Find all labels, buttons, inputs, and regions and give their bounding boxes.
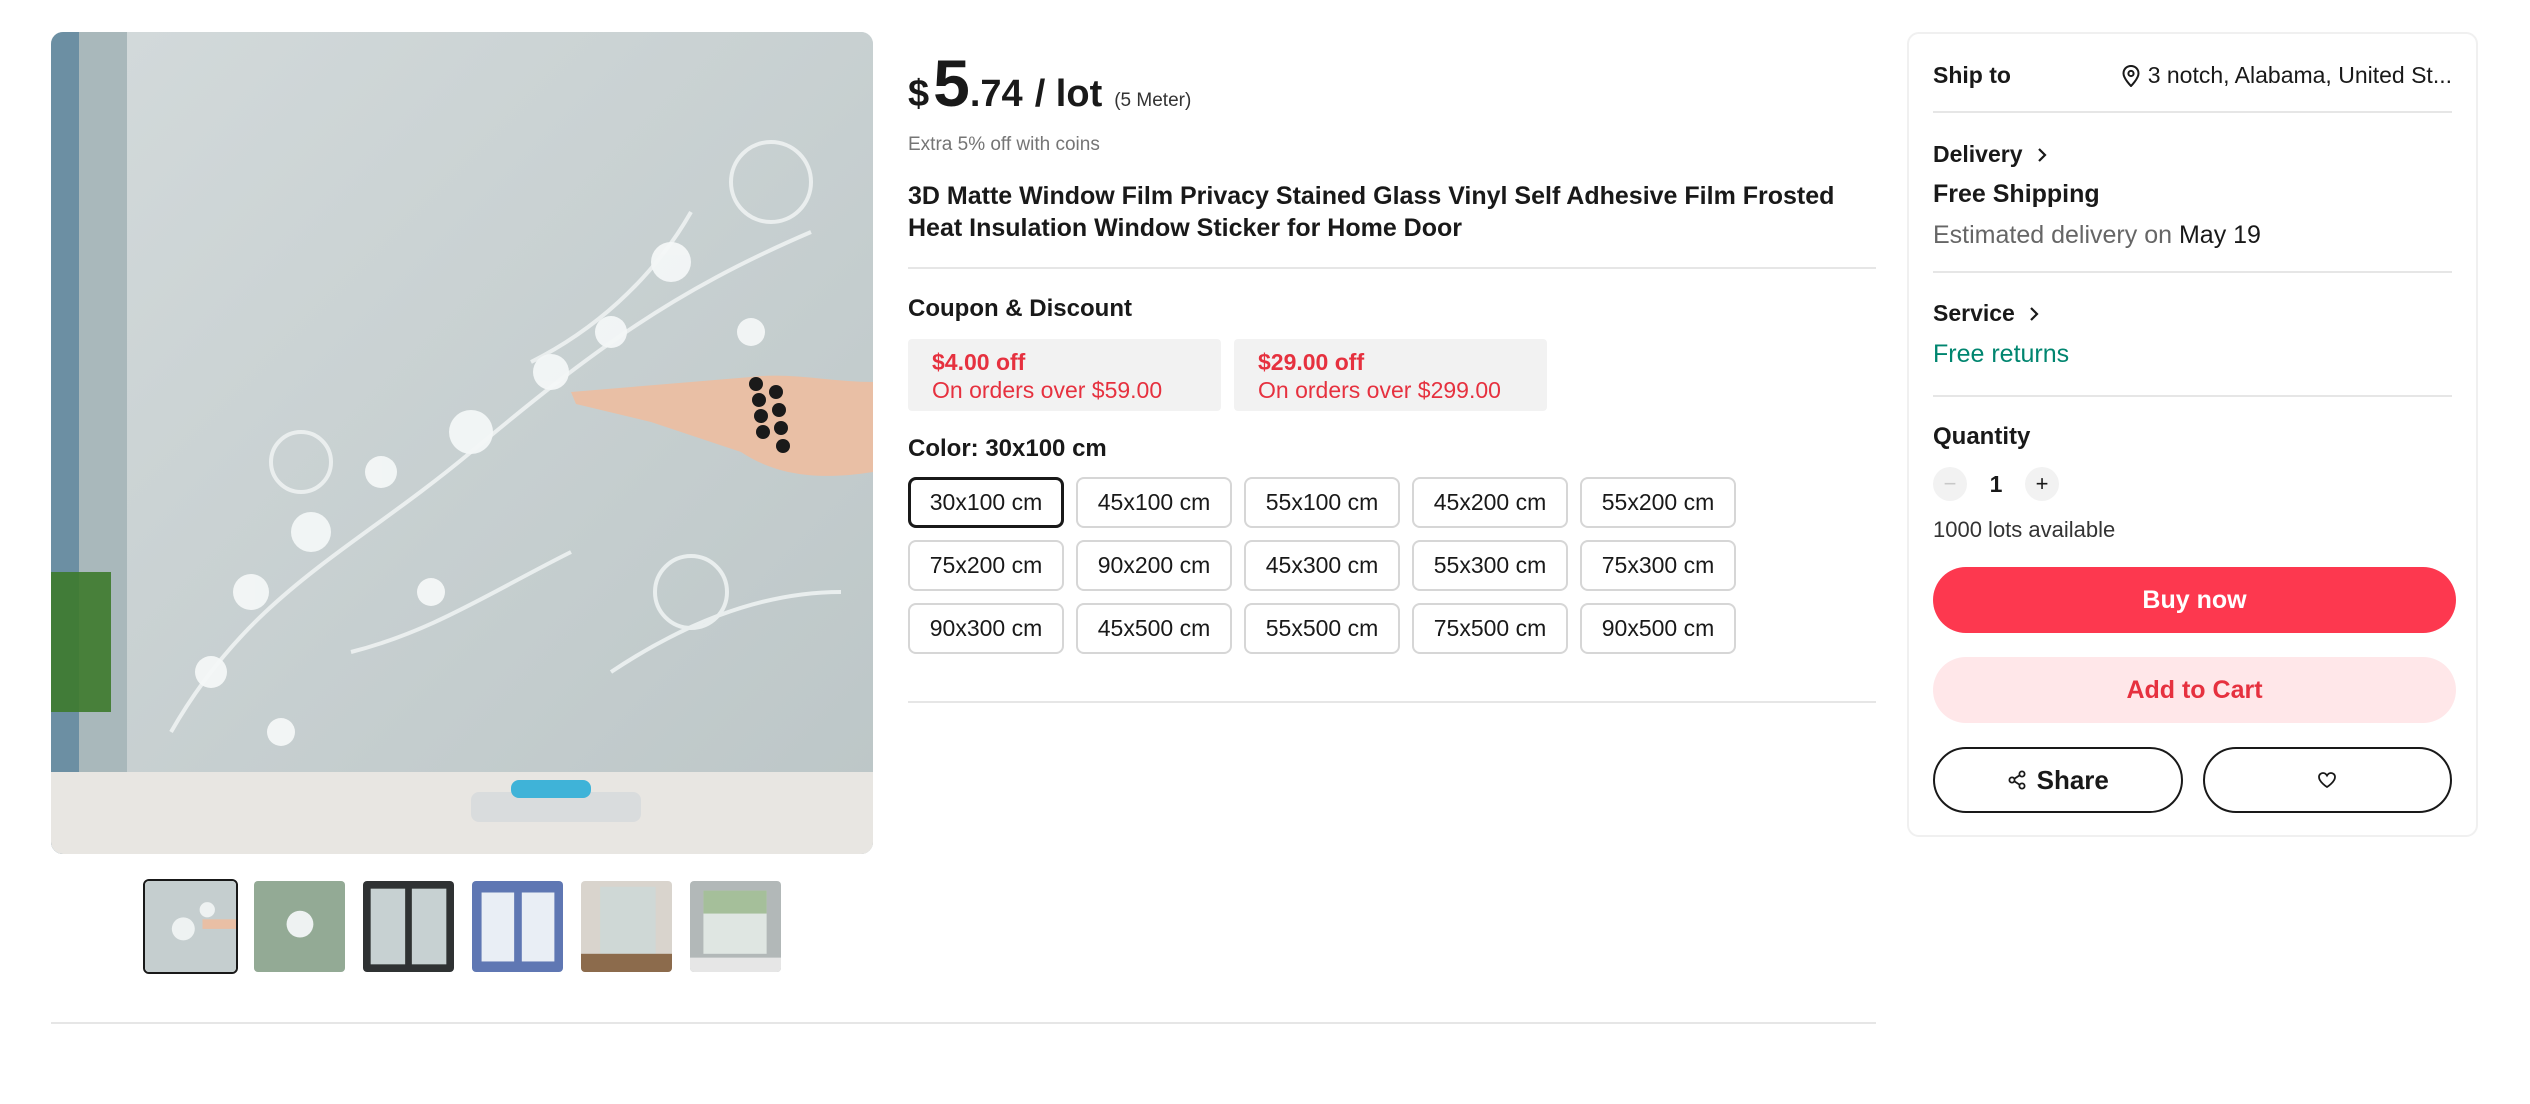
share-icon <box>2008 770 2026 790</box>
color-option[interactable]: 90x500 cm <box>1580 603 1736 654</box>
color-options: 30x100 cm 45x100 cm 55x100 cm 45x200 cm … <box>908 477 1876 654</box>
heart-icon <box>2318 772 2337 789</box>
price-unit: / lot <box>1034 73 1103 115</box>
quantity-value[interactable]: 1 <box>1985 471 2007 498</box>
color-option-selected[interactable]: 30x100 cm <box>908 477 1064 528</box>
ship-to-label: Ship to <box>1933 62 2011 88</box>
quantity-decrease-button[interactable]: − <box>1933 467 1967 501</box>
color-option[interactable]: 45x300 cm <box>1244 540 1400 591</box>
divider <box>908 267 1876 269</box>
price: $ 5 .74 / lot (5 Meter) <box>908 50 1876 122</box>
color-option[interactable]: 90x300 cm <box>908 603 1064 654</box>
price-decimal: .74 <box>969 73 1023 115</box>
color-option[interactable]: 90x200 cm <box>1076 540 1232 591</box>
service-section: Service Free returns <box>1933 273 2452 397</box>
secondary-actions: Share <box>1933 747 2452 813</box>
coupon-section-label: Coupon & Discount <box>908 295 1132 322</box>
thumbnail-6[interactable] <box>688 879 783 974</box>
coupon-amount: $29.00 off <box>1258 349 1365 375</box>
ship-to-row: Ship to 3 notch, Alabama, United St... <box>1933 34 2452 113</box>
price-pack-size: (5 Meter) <box>1114 90 1192 111</box>
color-label: Color: 30x100 cm <box>908 435 1107 462</box>
price-integer: 5 <box>933 46 970 120</box>
ship-to-location[interactable]: 3 notch, Alabama, United St... <box>2122 62 2452 89</box>
estimated-delivery: Estimated delivery on May 19 <box>1933 221 2452 250</box>
free-returns-text: Free returns <box>1933 340 2070 368</box>
color-option[interactable]: 45x100 cm <box>1076 477 1232 528</box>
coupon-card[interactable]: $4.00 off On orders over $59.00 <box>908 339 1221 411</box>
quantity-increase-button[interactable]: + <box>2025 467 2059 501</box>
ship-to-address: 3 notch, Alabama, United St... <box>2147 62 2452 88</box>
coupon-condition: On orders over $59.00 <box>932 377 1163 403</box>
estimated-delivery-date: May 19 <box>2178 221 2261 249</box>
delivery-section: Delivery Free Shipping Estimated deliver… <box>1933 113 2452 273</box>
coupon-condition: On orders over $299.00 <box>1258 377 1501 403</box>
color-option[interactable]: 45x200 cm <box>1412 477 1568 528</box>
thumbnail-4[interactable] <box>470 879 565 974</box>
color-option[interactable]: 45x500 cm <box>1076 603 1232 654</box>
share-button[interactable]: Share <box>1933 747 2183 813</box>
free-shipping-text: Free Shipping <box>1933 180 2100 208</box>
wishlist-button[interactable] <box>2202 747 2452 813</box>
thumbnail-3[interactable] <box>361 879 456 974</box>
thumbnail-5[interactable] <box>579 879 674 974</box>
coupon-list: $4.00 off On orders over $59.00 $29.00 o… <box>908 339 1876 411</box>
color-option[interactable]: 55x200 cm <box>1580 477 1736 528</box>
quantity-label: Quantity <box>1933 423 2031 450</box>
purchase-panel: Ship to 3 notch, Alabama, United St... D… <box>1907 32 2478 837</box>
thumbnail-1[interactable] <box>143 879 238 974</box>
quantity-stepper: − 1 + <box>1933 467 2452 501</box>
section-divider <box>51 1022 1876 1024</box>
buy-now-button[interactable]: Buy now <box>1933 567 2456 633</box>
color-option[interactable]: 55x300 cm <box>1412 540 1568 591</box>
service-label: Service <box>1933 300 2015 326</box>
divider <box>908 701 1876 703</box>
location-pin-icon <box>2122 64 2140 87</box>
product-info: $ 5 .74 / lot (5 Meter) Extra 5% off wit… <box>908 50 1876 703</box>
share-label: Share <box>2036 764 2109 795</box>
thumbnail-2[interactable] <box>252 879 347 974</box>
delivery-label: Delivery <box>1933 141 2023 167</box>
product-title: 3D Matte Window Film Privacy Stained Gla… <box>908 182 1835 242</box>
chevron-right-icon <box>2030 306 2039 321</box>
add-to-cart-button[interactable]: Add to Cart <box>1933 657 2456 723</box>
color-option[interactable]: 75x500 cm <box>1412 603 1568 654</box>
color-option[interactable]: 75x200 cm <box>908 540 1064 591</box>
stock-available: 1000 lots available <box>1933 517 2116 542</box>
coupon-card[interactable]: $29.00 off On orders over $299.00 <box>1234 339 1547 411</box>
coupon-amount: $4.00 off <box>932 349 1026 375</box>
color-option[interactable]: 55x100 cm <box>1244 477 1400 528</box>
coin-discount-note: Extra 5% off with coins <box>908 134 1100 155</box>
price-currency: $ <box>908 73 930 115</box>
chevron-right-icon <box>2037 147 2047 162</box>
delivery-header[interactable]: Delivery <box>1933 141 2452 168</box>
main-product-image[interactable] <box>51 32 873 854</box>
service-header[interactable]: Service <box>1933 300 2452 327</box>
color-option[interactable]: 55x500 cm <box>1244 603 1400 654</box>
color-option[interactable]: 75x300 cm <box>1580 540 1736 591</box>
thumbnail-strip <box>143 879 783 974</box>
estimated-delivery-prefix: Estimated delivery on <box>1933 221 2173 249</box>
